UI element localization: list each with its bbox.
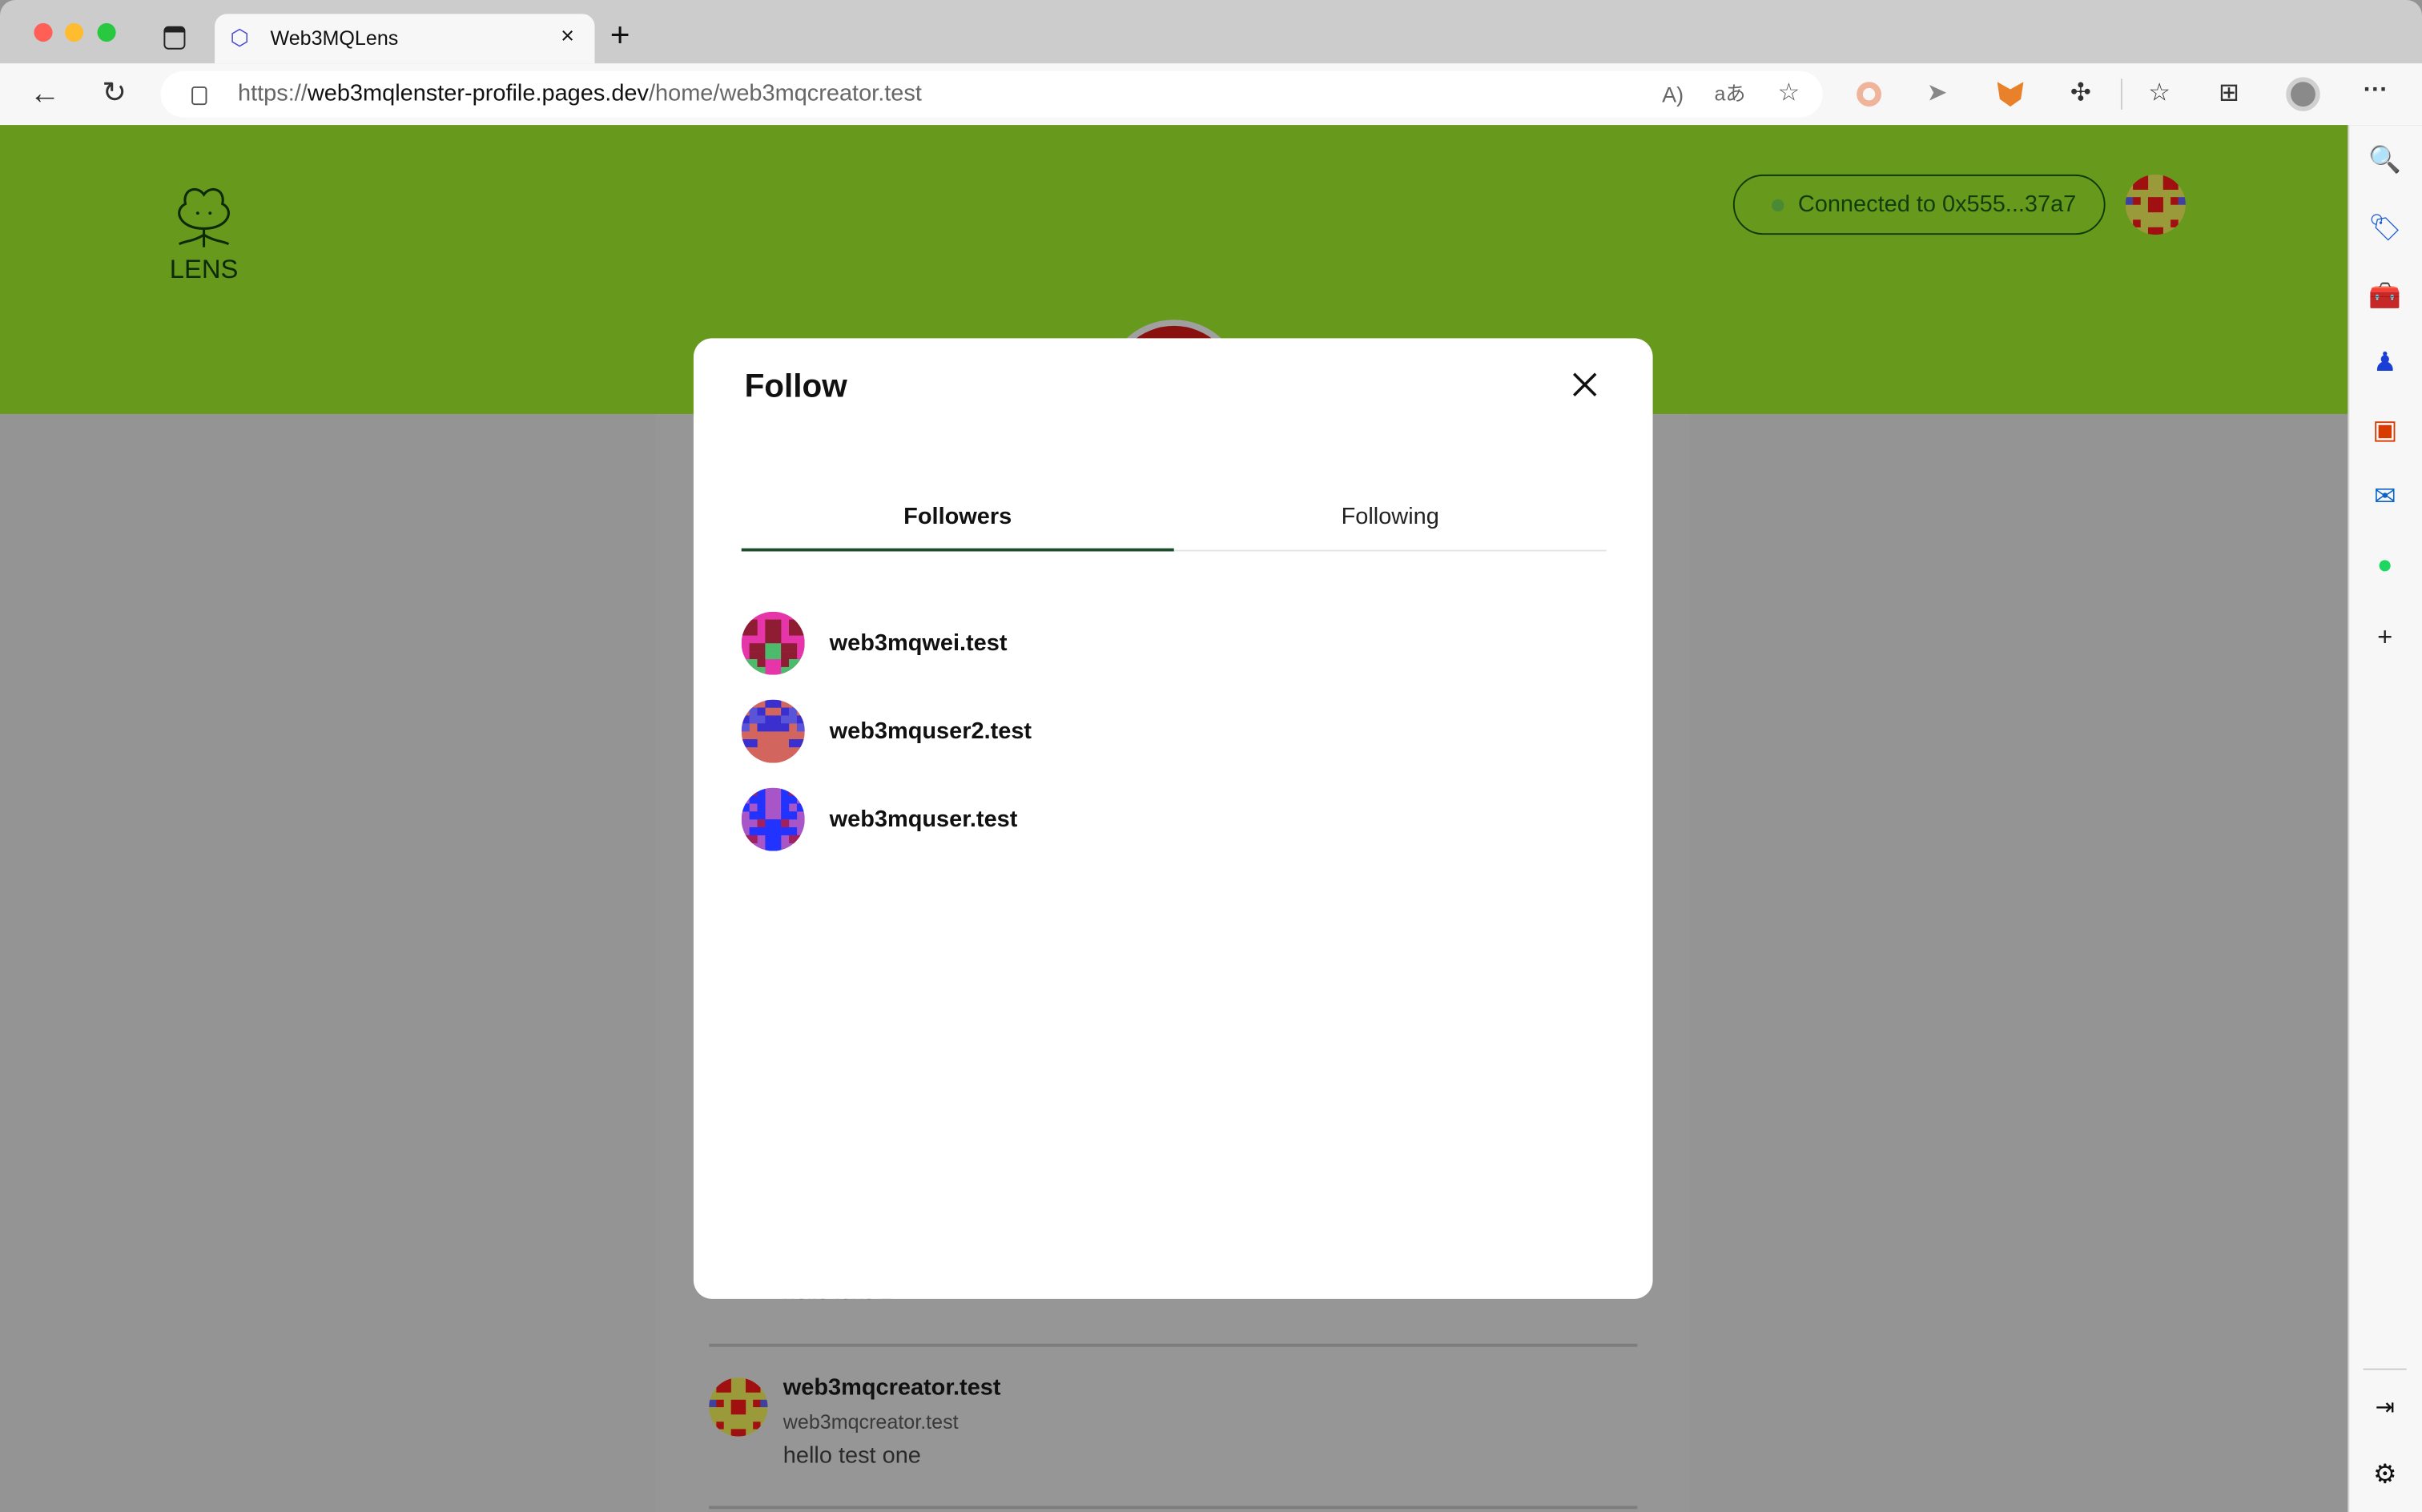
back-icon[interactable]: ← — [26, 75, 63, 112]
url-path: /home/web3mqcreator.test — [648, 80, 922, 107]
lens-logo-icon — [178, 187, 230, 247]
url-text: https://web3mqlenster-profile.pages.dev/… — [238, 80, 922, 107]
translate-icon[interactable]: aあ — [1712, 75, 1748, 112]
maximize-window-button[interactable] — [97, 22, 116, 42]
follower-item[interactable]: web3mquser2.test — [741, 699, 1032, 763]
logo-text: LENS — [169, 255, 239, 284]
lens-logo[interactable]: LENS — [163, 183, 243, 284]
url-scheme: https:// — [237, 80, 308, 107]
post-divider — [709, 1506, 1638, 1509]
connection-status: Connected to 0x555...37a7 — [1797, 191, 2077, 218]
profile-icon[interactable] — [2286, 77, 2320, 111]
extension-cursor-icon[interactable]: ➤ — [1918, 75, 1955, 112]
games-icon[interactable]: ♟ — [2367, 344, 2404, 381]
tab-favicon-icon: ⬡ — [230, 24, 249, 50]
avatar-identicon — [2125, 174, 2186, 235]
close-tab-icon[interactable]: × — [561, 23, 574, 50]
avatar-identicon — [741, 787, 805, 851]
extensions-icon[interactable]: ✣ — [2062, 75, 2099, 112]
spotify-icon[interactable]: ● — [2367, 547, 2404, 584]
search-icon[interactable]: 🔍 — [2367, 142, 2404, 179]
lock-icon — [191, 86, 207, 106]
post-divider — [709, 1343, 1638, 1346]
follower-name: web3mqwei.test — [829, 629, 1008, 657]
toolbar-divider — [2120, 78, 2122, 110]
follower-name: web3mquser.test — [829, 806, 1018, 833]
read-aloud-icon[interactable]: A) — [1654, 75, 1691, 112]
more-icon[interactable]: ··· — [2357, 73, 2394, 110]
avatar-identicon — [741, 611, 805, 675]
new-tab-icon[interactable]: + — [610, 15, 630, 55]
follower-item[interactable]: web3mqwei.test — [741, 611, 1008, 675]
close-icon[interactable] — [1567, 366, 1603, 403]
edge-sidebar — [2348, 125, 2422, 1512]
follower-avatar — [741, 787, 805, 851]
settings-icon[interactable]: ⚙ — [2367, 1457, 2404, 1494]
tab-title: Web3MQLens — [270, 26, 399, 50]
sidebar-toggle-icon[interactable] — [163, 26, 186, 50]
avatar-identicon — [709, 1377, 768, 1437]
browser-tab[interactable]: ⬡ Web3MQLens × — [215, 14, 595, 64]
favorites-icon[interactable]: ☆ — [2141, 75, 2178, 112]
url-host: web3mqlenster-profile.pages.dev — [307, 80, 649, 107]
avatar-identicon — [741, 699, 805, 763]
sidebar-divider — [2363, 1368, 2407, 1370]
post-avatar[interactable] — [709, 1377, 768, 1437]
reload-icon[interactable]: ↻ — [96, 75, 133, 112]
follower-avatar — [741, 611, 805, 675]
follower-avatar — [741, 699, 805, 763]
user-avatar[interactable] — [2125, 174, 2186, 235]
extension-ring-icon[interactable] — [1857, 82, 1881, 107]
office-icon[interactable]: ▣ — [2367, 412, 2404, 449]
tab-followers[interactable]: Followers — [741, 493, 1174, 552]
shopping-icon[interactable]: 🏷 — [2367, 210, 2404, 247]
follow-modal: Follow Followers Following web3mqwei.tes… — [693, 338, 1653, 1299]
add-favorite-icon[interactable]: ☆ — [1770, 75, 1807, 112]
status-dot-icon — [1772, 198, 1784, 211]
post-author-handle[interactable]: web3mqcreator.test — [783, 1410, 959, 1434]
tools-icon[interactable]: 🧰 — [2367, 278, 2404, 315]
address-bar[interactable]: https://web3mqlenster-profile.pages.dev/… — [160, 70, 1823, 118]
modal-title: Follow — [744, 368, 847, 405]
wallet-connection-button[interactable]: Connected to 0x555...37a7 — [1732, 174, 2106, 235]
tab-following[interactable]: Following — [1174, 493, 1607, 551]
collections-icon[interactable]: ⊞ — [2211, 75, 2247, 112]
sidebar-collapse-icon[interactable]: ⇥ — [2367, 1389, 2404, 1426]
post-author-name[interactable]: web3mqcreator.test — [783, 1374, 1001, 1401]
close-window-button[interactable] — [34, 22, 53, 42]
add-icon[interactable]: + — [2367, 619, 2404, 656]
outlook-icon[interactable]: ✉ — [2367, 479, 2404, 516]
follower-item[interactable]: web3mquser.test — [741, 787, 1018, 851]
post-text: hello test one — [783, 1442, 921, 1470]
minimize-window-button[interactable] — [64, 22, 84, 42]
follower-name: web3mquser2.test — [829, 718, 1032, 745]
